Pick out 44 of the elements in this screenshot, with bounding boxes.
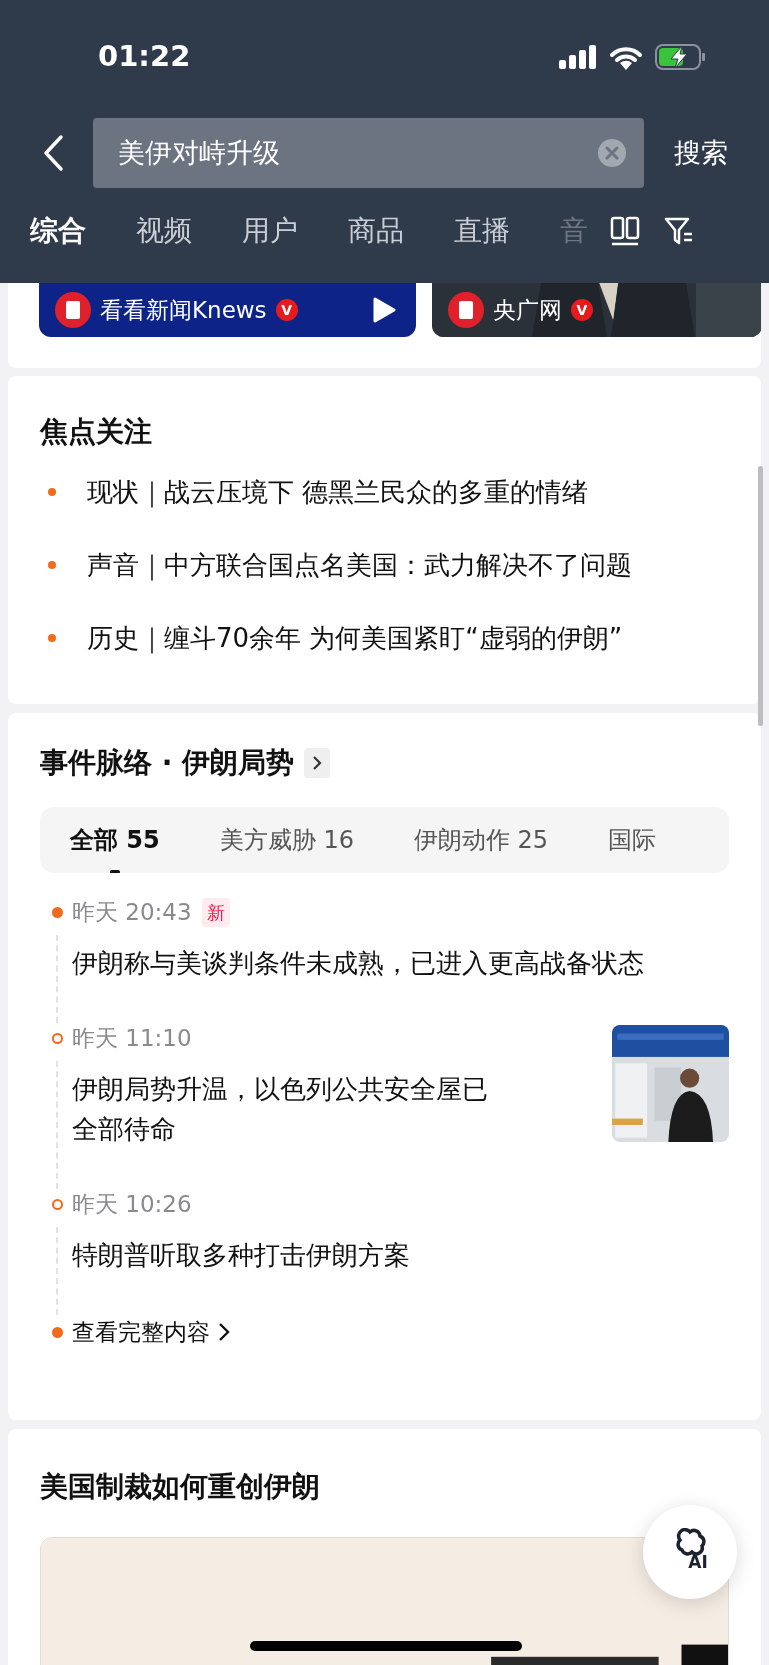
event-text[interactable]: 伊朗称与美谈判条件未成熟，已进入更高战备状态 bbox=[72, 943, 652, 983]
event-time: 昨天 20:43 bbox=[72, 897, 192, 927]
filter-tab[interactable]: 国际 bbox=[608, 824, 657, 856]
search-button[interactable]: 搜索 bbox=[674, 132, 728, 174]
event-text[interactable]: 伊朗局势升温，以色列公共安全屋已全部待命 bbox=[72, 1069, 502, 1149]
focus-link[interactable]: 历史｜缠斗70余年 为何美国紧盯“虚弱的伊朗” bbox=[87, 618, 623, 658]
bullet-icon bbox=[48, 634, 56, 642]
view-full-link[interactable]: 查看完整内容 bbox=[72, 1315, 230, 1350]
filter-icon[interactable] bbox=[664, 216, 694, 246]
event-text[interactable]: 特朗普听取多种打击伊朗方案 bbox=[72, 1235, 652, 1275]
event-time: 昨天 10:26 bbox=[72, 1189, 192, 1219]
focus-link[interactable]: 声音｜中方联合国点名美国：武力解决不了问题 bbox=[87, 545, 632, 585]
account-card[interactable]: 央广网 V bbox=[432, 283, 761, 337]
event-time: 昨天 11:10 bbox=[72, 1023, 192, 1053]
category-tab[interactable]: 综合 bbox=[30, 210, 86, 252]
battery-charging-icon bbox=[655, 44, 707, 70]
signal-icon bbox=[559, 45, 597, 69]
account-card[interactable]: 看看新闻Knews V bbox=[39, 283, 416, 337]
section-title: 焦点关注 bbox=[40, 414, 153, 450]
bullet-icon bbox=[48, 488, 56, 496]
chevron-right-icon[interactable] bbox=[304, 748, 331, 778]
verified-badge: V bbox=[275, 299, 298, 321]
chevron-right-icon bbox=[218, 1322, 230, 1343]
category-tab[interactable]: 视频 bbox=[136, 210, 192, 252]
play-icon bbox=[372, 297, 396, 323]
search-field[interactable]: 美伊对峙升级 bbox=[93, 118, 644, 188]
category-tab[interactable]: 商品 bbox=[348, 210, 404, 252]
new-tag: 新 bbox=[201, 897, 230, 927]
account-name: 看看新闻Knews bbox=[100, 295, 267, 325]
layout-toggle-icon[interactable] bbox=[610, 216, 640, 246]
wifi-icon bbox=[609, 44, 643, 70]
selected-indicator bbox=[110, 870, 120, 873]
category-tab[interactable]: 直播 bbox=[454, 210, 510, 252]
status-time: 01:22 bbox=[98, 38, 191, 76]
filter-tab[interactable]: 全部 55 bbox=[70, 824, 160, 856]
section-title: 美国制裁如何重创伊朗 bbox=[40, 1469, 321, 1505]
filter-tab[interactable]: 伊朗动作 25 bbox=[413, 824, 549, 856]
focus-link[interactable]: 现状｜战云压境下 德黑兰民众的多重的情绪 bbox=[87, 472, 589, 512]
account-logo-icon bbox=[55, 292, 91, 328]
category-tab[interactable]: 用户 bbox=[242, 210, 298, 252]
section-title: 事件脉络 · 伊朗局势 bbox=[40, 745, 295, 781]
bullet-icon bbox=[48, 561, 56, 569]
filter-tab[interactable]: 美方威胁 16 bbox=[219, 824, 354, 856]
account-name: 央广网 bbox=[493, 295, 562, 325]
